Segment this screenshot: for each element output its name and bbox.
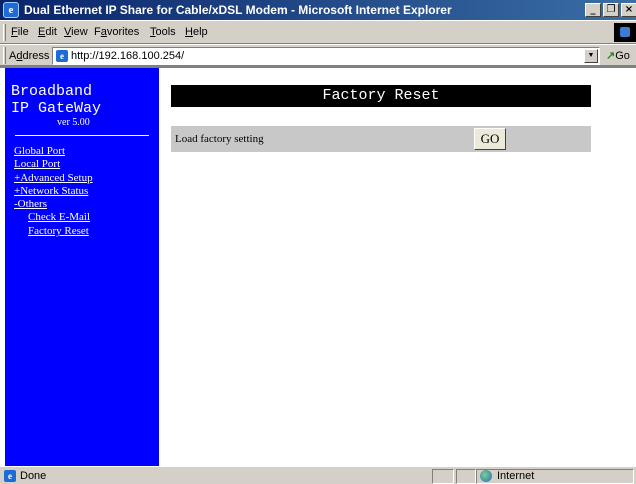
- menu-tools[interactable]: Tools: [150, 26, 176, 38]
- title-bar: e Dual Ethernet IP Share for Cable/xDSL …: [0, 0, 636, 20]
- version-label: ver 5.00: [57, 117, 90, 128]
- close-button[interactable]: ×: [621, 3, 636, 17]
- globe-icon: [480, 470, 492, 482]
- menu-file[interactable]: File: [11, 26, 29, 38]
- go-button[interactable]: ↗Go: [606, 49, 630, 62]
- address-label: Address: [9, 50, 50, 62]
- address-dropdown-icon[interactable]: ▼: [584, 49, 598, 63]
- toolbar-grip[interactable]: [3, 24, 6, 41]
- nav-network-status[interactable]: +Network Status: [14, 185, 93, 198]
- sidebar: Broadband IP GateWay ver 5.00 Global Por…: [5, 68, 159, 466]
- restore-button[interactable]: ❐: [603, 3, 619, 17]
- zone-label: Internet: [497, 470, 535, 482]
- nav-advanced-setup[interactable]: +Advanced Setup: [14, 172, 93, 185]
- address-bar: Address e http://192.168.100.254/ ▼ ↗Go: [0, 44, 636, 66]
- toolbar-grip[interactable]: [3, 47, 6, 64]
- page-icon: e: [56, 50, 68, 62]
- factory-reset-go-button[interactable]: GO: [474, 128, 506, 150]
- brand-line-1: Broadband: [11, 83, 93, 100]
- sidebar-divider: [15, 135, 149, 136]
- address-url[interactable]: http://192.168.100.254/: [71, 50, 184, 62]
- status-pane: [432, 469, 454, 484]
- menu-favorites[interactable]: Favorites: [94, 26, 139, 38]
- windows-logo-icon: [614, 23, 636, 42]
- nav-factory-reset[interactable]: Factory Reset: [28, 225, 93, 238]
- menu-edit[interactable]: Edit: [38, 26, 57, 38]
- page-icon: e: [4, 470, 16, 482]
- minimize-button[interactable]: _: [585, 3, 601, 17]
- menu-bar: File Edit View Favorites Tools Help: [0, 20, 636, 44]
- nav-global-port[interactable]: Global Port: [14, 145, 93, 158]
- nav-local-port[interactable]: Local Port: [14, 158, 93, 171]
- ie-logo-icon: e: [3, 2, 19, 18]
- status-text: Done: [20, 470, 47, 482]
- factory-setting-row: Load factory setting GO: [171, 126, 591, 152]
- menu-help[interactable]: Help: [185, 26, 208, 38]
- address-input[interactable]: e http://192.168.100.254/ ▼: [52, 47, 600, 65]
- menu-view[interactable]: View: [64, 26, 88, 38]
- go-arrow-icon: ↗: [606, 50, 616, 62]
- page-title: Factory Reset: [171, 85, 591, 107]
- nav-check-email[interactable]: Check E-Mail: [28, 211, 93, 224]
- brand-title: Broadband IP GateWay: [11, 83, 101, 117]
- factory-setting-label: Load factory setting: [175, 133, 264, 145]
- status-pane: [456, 469, 476, 484]
- brand-line-2: IP GateWay: [11, 100, 102, 117]
- status-bar: e Done Internet: [0, 466, 636, 484]
- window-title: Dual Ethernet IP Share for Cable/xDSL Mo…: [24, 3, 452, 17]
- sidebar-nav: Global Port Local Port +Advanced Setup +…: [14, 145, 93, 238]
- page-viewport: Broadband IP GateWay ver 5.00 Global Por…: [0, 66, 636, 466]
- nav-others[interactable]: -Others: [14, 198, 93, 211]
